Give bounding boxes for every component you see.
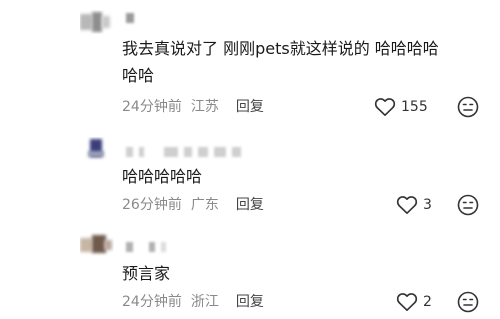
- comment-location: 广东: [190, 197, 219, 213]
- comment-location: 浙江: [190, 294, 219, 310]
- comment-text-line: 我去真说对了 刚刚pets就这样说的 哈哈哈哈: [122, 39, 439, 58]
- like-button[interactable]: 155: [374, 97, 428, 117]
- comment-meta: 24分钟前 浙江 回复: [122, 292, 273, 312]
- like-count: 3: [423, 197, 432, 213]
- comment-text: 我去真说对了 刚刚pets就这样说的 哈哈哈哈 哈哈: [122, 35, 439, 89]
- comment-text-line: 哈哈哈哈哈: [122, 167, 203, 186]
- reply-button[interactable]: 回复: [236, 294, 264, 310]
- like-button[interactable]: 2: [396, 292, 432, 312]
- heart-outline-icon: [396, 196, 418, 214]
- comment-meta: 24分钟前 江苏 回复: [122, 97, 273, 117]
- comment-time: 24分钟前: [122, 294, 182, 310]
- like-count: 155: [401, 99, 428, 115]
- username-blurred[interactable]: [126, 147, 247, 157]
- avatar[interactable]: [80, 10, 114, 34]
- username-blurred[interactable]: [126, 242, 172, 252]
- username-blurred[interactable]: [126, 13, 140, 23]
- frown-icon[interactable]: [457, 291, 479, 313]
- heart-outline-icon: [396, 293, 418, 311]
- comment-meta: 26分钟前 广东 回复: [122, 195, 273, 215]
- reply-button[interactable]: 回复: [236, 99, 264, 115]
- comment-item: 预言家 24分钟前 浙江 回复 2: [0, 220, 500, 319]
- comment-text: 哈哈哈哈哈: [122, 163, 202, 190]
- comment-time: 26分钟前: [122, 197, 182, 213]
- frown-icon[interactable]: [457, 194, 479, 216]
- frown-icon[interactable]: [457, 96, 479, 118]
- avatar[interactable]: [80, 137, 114, 161]
- avatar[interactable]: [80, 232, 114, 256]
- like-button[interactable]: 3: [396, 195, 432, 215]
- comment-text-line: 哈哈: [122, 66, 155, 85]
- comment-item: 哈哈哈哈哈 26分钟前 广东 回复 3: [0, 125, 500, 220]
- like-count: 2: [423, 294, 432, 310]
- comment-time: 24分钟前: [122, 99, 182, 115]
- heart-outline-icon: [374, 98, 396, 116]
- comment-text-line: 预言家: [122, 264, 171, 283]
- reply-button[interactable]: 回复: [236, 197, 264, 213]
- comment-location: 江苏: [190, 99, 219, 115]
- comment-item: 我去真说对了 刚刚pets就这样说的 哈哈哈哈 哈哈 24分钟前 江苏 回复 155: [0, 0, 500, 125]
- comment-text: 预言家: [122, 260, 170, 287]
